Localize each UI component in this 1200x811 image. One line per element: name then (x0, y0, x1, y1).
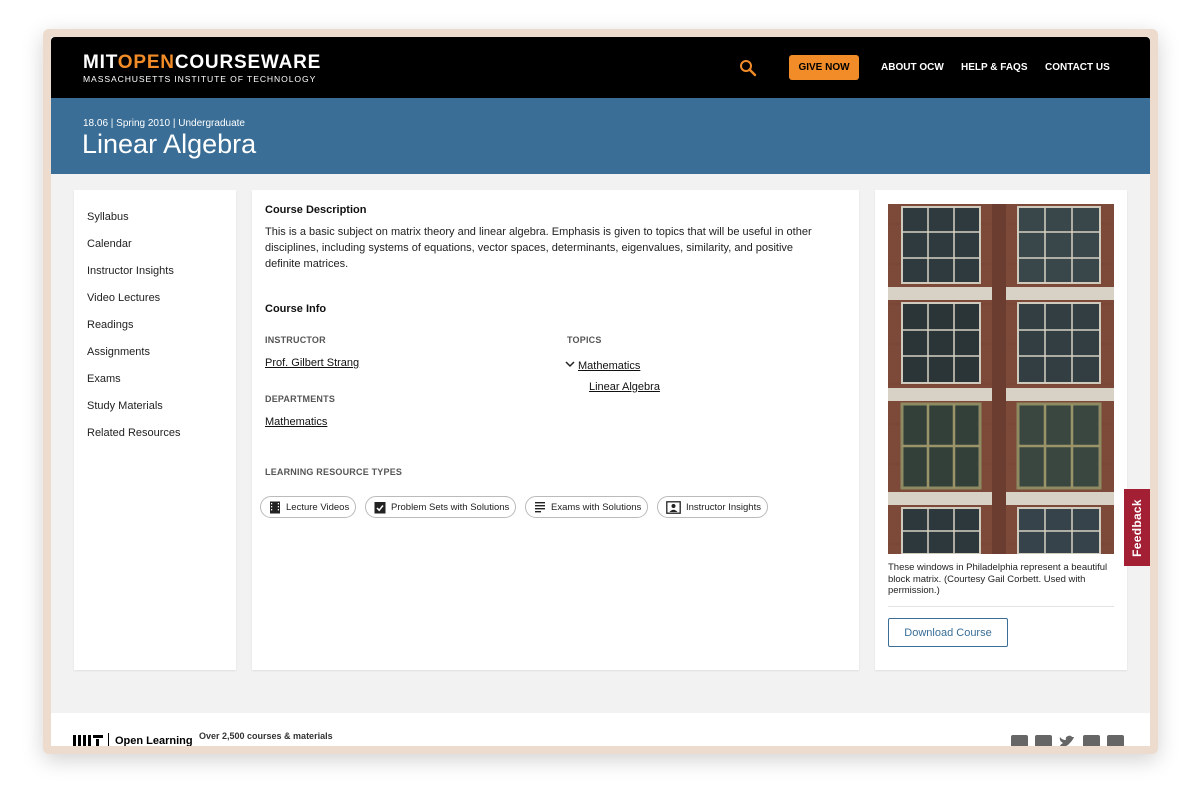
sidebar-item-instructor-insights[interactable]: Instructor Insights (87, 265, 174, 277)
sidebar-item-assignments[interactable]: Assignments (87, 346, 150, 358)
nav-about-ocw[interactable]: ABOUT OCW (881, 62, 944, 73)
resource-pill-exams[interactable]: Exams with Solutions (525, 496, 649, 518)
course-info-heading: Course Info (265, 303, 327, 315)
instagram-icon[interactable] (1035, 735, 1052, 746)
sidebar-item-video-lectures[interactable]: Video Lectures (87, 292, 160, 304)
course-title: Linear Algebra (82, 129, 257, 159)
nav-help-faqs[interactable]: HELP & FAQS (961, 62, 1028, 73)
youtube-icon[interactable] (1083, 735, 1100, 746)
top-navigation-bar: MITOPENCOURSEWARE MASSACHUSETTS INSTITUT… (51, 37, 1150, 98)
download-course-button[interactable]: Download Course (888, 618, 1008, 647)
feedback-tab[interactable]: Feedback (1124, 489, 1150, 566)
ocw-logo[interactable]: MITOPENCOURSEWARE MASSACHUSETTS INSTITUT… (83, 53, 321, 84)
logo-wordmark: MITOPENCOURSEWARE (83, 52, 322, 73)
document-lines-icon (535, 501, 545, 512)
twitter-icon[interactable] (1059, 735, 1076, 746)
film-icon (270, 501, 280, 513)
department-link[interactable]: Mathematics (265, 416, 327, 428)
course-banner: 18.06 | Spring 2010 | Undergraduate Line… (51, 98, 1150, 174)
resource-pill-problem-sets[interactable]: Problem Sets with Solutions (365, 496, 517, 518)
resource-pill-instructor-insights[interactable]: Instructor Insights (657, 496, 768, 518)
nav-contact-us[interactable]: CONTACT US (1045, 62, 1110, 73)
logo-separator (108, 733, 109, 746)
person-board-icon (666, 500, 681, 514)
course-sidebar: Syllabus Calendar Instructor Insights Vi… (74, 190, 236, 670)
linkedin-icon[interactable] (1107, 735, 1124, 746)
resource-pill-label: Lecture Videos (286, 501, 350, 513)
topics-label: TOPICS (567, 335, 602, 345)
feedback-label: Feedback (1130, 498, 1145, 557)
footer-tagline: Over 2,500 courses & materials (199, 731, 333, 741)
sidebar-item-calendar[interactable]: Calendar (87, 238, 132, 250)
checked-clipboard-icon (374, 501, 386, 513)
search-icon[interactable] (739, 59, 757, 77)
photo-caption: These windows in Philadelphia represent … (888, 562, 1108, 596)
browser-viewport: MITOPENCOURSEWARE MASSACHUSETTS INSTITUT… (51, 37, 1150, 746)
departments-label: DEPARTMENTS (265, 394, 336, 404)
open-learning-label[interactable]: Open Learning (115, 735, 193, 746)
sidebar-item-study-materials[interactable]: Study Materials (87, 400, 163, 412)
sidebar-item-syllabus[interactable]: Syllabus (87, 211, 129, 223)
course-meta: 18.06 | Spring 2010 | Undergraduate (83, 118, 245, 129)
site-footer: Open Learning Over 2,500 courses & mater… (51, 713, 1150, 746)
topic-link-mathematics[interactable]: Mathematics (578, 360, 640, 372)
instructor-link[interactable]: Prof. Gilbert Strang (265, 357, 359, 369)
facebook-icon[interactable] (1011, 735, 1028, 746)
sidebar-item-exams[interactable]: Exams (87, 373, 121, 385)
course-image-panel: These windows in Philadelphia represent … (875, 190, 1127, 670)
learning-resource-types-label: LEARNING RESOURCE TYPES (265, 467, 403, 477)
give-now-button[interactable]: GIVE NOW (789, 55, 859, 80)
logo-subtitle: MASSACHUSETTS INSTITUTE OF TECHNOLOGY (83, 74, 317, 84)
course-photo-windows (888, 204, 1114, 554)
resource-pill-label: Exams with Solutions (551, 501, 642, 513)
course-main-panel: Course Description This is a basic subje… (252, 190, 859, 670)
topic-link-linear-algebra[interactable]: Linear Algebra (589, 381, 660, 393)
resource-pill-lecture-videos[interactable]: Lecture Videos (260, 496, 357, 518)
mit-logo-icon[interactable] (73, 735, 103, 746)
chevron-down-icon[interactable] (565, 360, 575, 368)
instructor-label: INSTRUCTOR (265, 335, 326, 345)
sidebar-item-readings[interactable]: Readings (87, 319, 133, 331)
course-description-heading: Course Description (265, 204, 367, 216)
sidebar-item-related-resources[interactable]: Related Resources (87, 427, 181, 439)
resource-pill-label: Problem Sets with Solutions (391, 501, 510, 513)
course-description-text: This is a basic subject on matrix theory… (265, 226, 812, 270)
divider (888, 606, 1114, 607)
resource-pill-label: Instructor Insights (686, 501, 761, 513)
